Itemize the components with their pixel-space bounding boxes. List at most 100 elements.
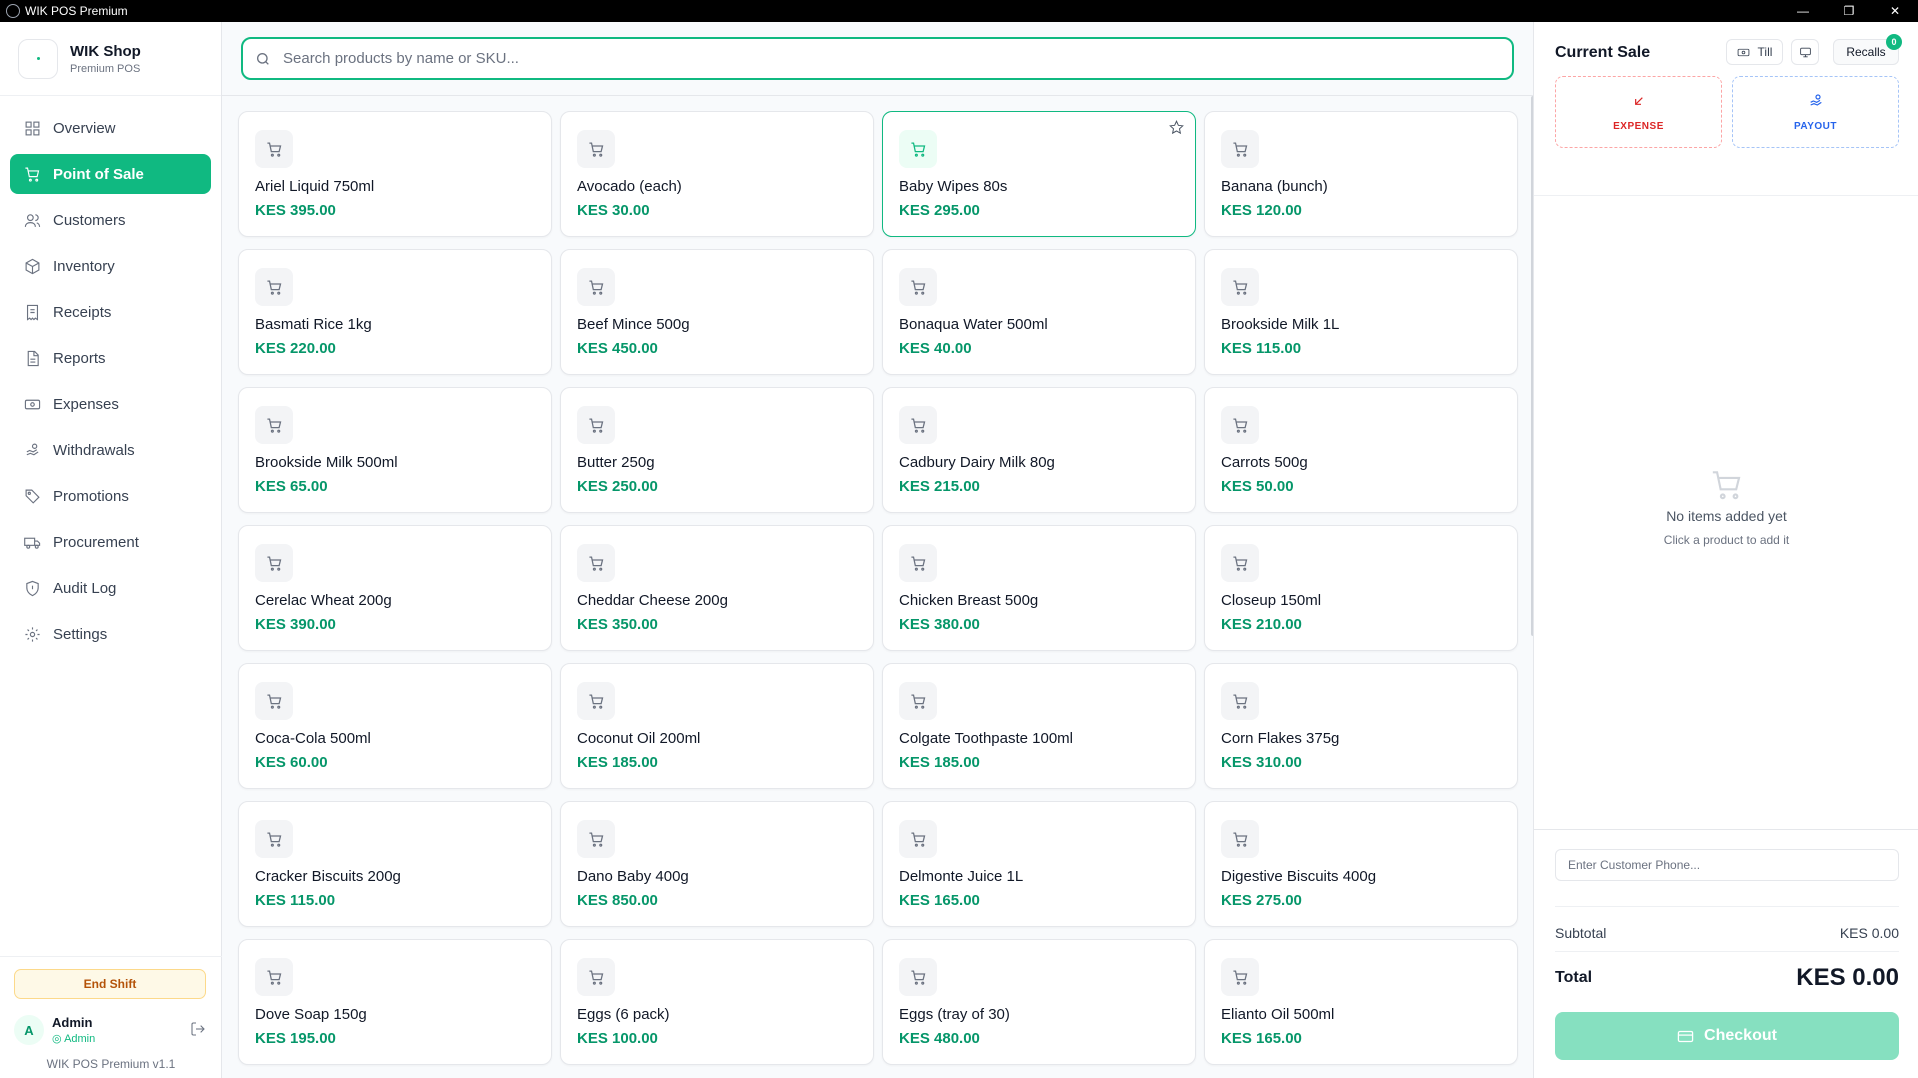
users-icon	[24, 213, 41, 227]
divider	[1534, 195, 1918, 196]
product-card[interactable]: Avocado (each) KES 30.00	[560, 111, 874, 237]
subtotal-label: Subtotal	[1555, 925, 1607, 941]
product-card[interactable]: Brookside Milk 500ml KES 65.00	[238, 387, 552, 513]
product-price: KES 350.00	[577, 616, 658, 633]
product-price: KES 60.00	[255, 754, 328, 771]
product-card[interactable]: Coca-Cola 500ml KES 60.00	[238, 663, 552, 789]
product-card[interactable]: Eggs (6 pack) KES 100.00	[560, 939, 874, 1065]
customer-display-button[interactable]	[1791, 39, 1819, 65]
product-name: Closeup 150ml	[1221, 592, 1322, 609]
divider	[1555, 951, 1899, 952]
product-name: Carrots 500g	[1221, 454, 1308, 471]
product-name: Coconut Oil 200ml	[577, 730, 701, 747]
product-name: Basmati Rice 1kg	[255, 316, 372, 333]
cart-icon	[899, 820, 937, 858]
sidebar-item-overview[interactable]: Overview	[10, 108, 211, 148]
cart-icon	[577, 544, 615, 582]
maximize-button[interactable]: ❐	[1826, 0, 1872, 22]
product-card[interactable]: Bonaqua Water 500ml KES 40.00	[882, 249, 1196, 375]
product-price: KES 390.00	[255, 616, 336, 633]
product-card[interactable]: Beef Mince 500g KES 450.00	[560, 249, 874, 375]
sidebar-item-withdrawals[interactable]: Withdrawals	[10, 430, 211, 470]
tag-icon	[25, 489, 40, 504]
star-icon[interactable]	[1169, 120, 1185, 136]
product-price: KES 480.00	[899, 1030, 980, 1047]
product-card[interactable]: Closeup 150ml KES 210.00	[1204, 525, 1518, 651]
sidebar-item-customers[interactable]: Customers	[10, 200, 211, 240]
arrow-down-left-icon	[1634, 96, 1643, 105]
product-card[interactable]: Elianto Oil 500ml KES 165.00	[1204, 939, 1518, 1065]
user-role-label: Admin	[64, 1033, 96, 1045]
search-input[interactable]	[283, 50, 1483, 67]
cart-icon	[1221, 820, 1259, 858]
empty-cart-title: No items added yet	[1666, 508, 1787, 524]
avatar: A	[14, 1015, 44, 1045]
product-card[interactable]: Basmati Rice 1kg KES 220.00	[238, 249, 552, 375]
product-card[interactable]: Butter 250g KES 250.00	[560, 387, 874, 513]
product-card[interactable]: Dano Baby 400g KES 850.00	[560, 801, 874, 927]
checkout-button[interactable]: Checkout	[1555, 1012, 1899, 1060]
cart-icon	[899, 130, 937, 168]
sidebar-item-receipts[interactable]: Receipts	[10, 292, 211, 332]
cart-icon	[1710, 468, 1744, 502]
product-card[interactable]: Dove Soap 150g KES 195.00	[238, 939, 552, 1065]
product-card[interactable]: Eggs (tray of 30) KES 480.00	[882, 939, 1196, 1065]
cart-icon	[255, 268, 293, 306]
close-button[interactable]: ✕	[1872, 0, 1918, 22]
product-name: Baby Wipes 80s	[899, 178, 1008, 195]
sidebar-item-label: Audit Log	[53, 579, 117, 597]
product-card[interactable]: Cadbury Dairy Milk 80g KES 215.00	[882, 387, 1196, 513]
product-price: KES 275.00	[1221, 892, 1302, 909]
expense-button[interactable]: EXPENSE	[1555, 76, 1722, 148]
sidebar-item-label: Point of Sale	[53, 165, 144, 183]
sidebar-item-inventory[interactable]: Inventory	[10, 246, 211, 286]
product-name: Cheddar Cheese 200g	[577, 592, 728, 609]
cart-icon	[899, 406, 937, 444]
end-shift-button[interactable]: End Shift	[14, 969, 206, 999]
till-button[interactable]: Till	[1726, 39, 1783, 65]
sidebar-item-reports[interactable]: Reports	[10, 338, 211, 378]
product-card[interactable]: Cracker Biscuits 200g KES 115.00	[238, 801, 552, 927]
sidebar-item-expenses[interactable]: Expenses	[10, 384, 211, 424]
user-name: Admin	[52, 1015, 93, 1030]
product-card[interactable]: Coconut Oil 200ml KES 185.00	[560, 663, 874, 789]
product-card[interactable]: Digestive Biscuits 400g KES 275.00	[1204, 801, 1518, 927]
sidebar-item-label: Procurement	[53, 533, 139, 551]
product-name: Colgate Toothpaste 100ml	[899, 730, 1074, 747]
product-name: Cracker Biscuits 200g	[255, 868, 401, 885]
product-card[interactable]: Brookside Milk 1L KES 115.00	[1204, 249, 1518, 375]
sidebar-item-settings[interactable]: Settings	[10, 614, 211, 654]
product-name: Digestive Biscuits 400g	[1221, 868, 1377, 885]
sidebar-item-promotions[interactable]: Promotions	[10, 476, 211, 516]
customer-phone-input[interactable]	[1555, 849, 1899, 881]
product-name: Cerelac Wheat 200g	[255, 592, 392, 609]
product-card[interactable]: Banana (bunch) KES 120.00	[1204, 111, 1518, 237]
product-area: Ariel Liquid 750ml KES 395.00 Avocado (eac…	[222, 22, 1535, 1078]
sidebar-item-point-of-sale[interactable]: Point of Sale	[10, 154, 211, 194]
payout-button[interactable]: PAYOUT	[1732, 76, 1899, 148]
product-price: KES 210.00	[1221, 616, 1302, 633]
product-card[interactable]: Chicken Breast 500g KES 380.00	[882, 525, 1196, 651]
product-card[interactable]: Delmonte Juice 1L KES 165.00	[882, 801, 1196, 927]
product-price: KES 165.00	[899, 892, 980, 909]
product-card[interactable]: Baby Wipes 80s KES 295.00	[882, 111, 1196, 237]
product-name: Eggs (6 pack)	[577, 1006, 670, 1023]
cart-icon	[255, 820, 293, 858]
divider	[1534, 829, 1918, 830]
product-card[interactable]: Colgate Toothpaste 100ml KES 185.00	[882, 663, 1196, 789]
product-price: KES 220.00	[255, 340, 336, 357]
logout-icon[interactable]	[190, 1021, 206, 1037]
sidebar-item-audit-log[interactable]: Audit Log	[10, 568, 211, 608]
recalls-button[interactable]: Recalls 0	[1833, 34, 1902, 65]
product-card[interactable]: Corn Flakes 375g KES 310.00	[1204, 663, 1518, 789]
cart-icon	[577, 130, 615, 168]
product-card[interactable]: Cerelac Wheat 200g KES 390.00	[238, 525, 552, 651]
product-card[interactable]: Cheddar Cheese 200g KES 350.00	[560, 525, 874, 651]
cart-title: Current Sale	[1555, 44, 1651, 61]
sidebar-item-procurement[interactable]: Procurement	[10, 522, 211, 562]
product-price: KES 250.00	[577, 478, 658, 495]
product-price: KES 195.00	[255, 1030, 336, 1047]
minimize-button[interactable]: —	[1780, 0, 1826, 22]
product-card[interactable]: Carrots 500g KES 50.00	[1204, 387, 1518, 513]
product-card[interactable]: Ariel Liquid 750ml KES 395.00	[238, 111, 552, 237]
